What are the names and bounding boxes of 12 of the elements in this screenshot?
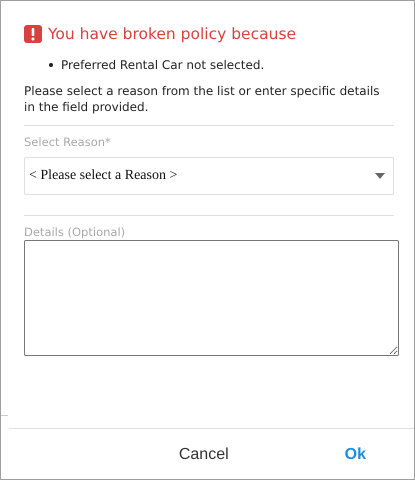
details-field[interactable] [24, 240, 399, 356]
reason-dropdown[interactable]: < Please select a Reason > [24, 157, 394, 195]
bullet-icon [49, 63, 53, 67]
dialog-title: You have broken policy because [48, 25, 296, 43]
alert-icon [24, 25, 42, 43]
violation-item: Preferred Rental Car not selected. [61, 57, 264, 73]
instructions-text: Please select a reason from the list or enter specific details in the field provided. [24, 83, 381, 115]
field-label: Details (Optional) [24, 225, 126, 239]
cancel-button[interactable]: Cancel [170, 440, 237, 470]
field-label: Select Reason* [24, 135, 112, 149]
ok-button[interactable]: Ok [336, 440, 374, 470]
caret-icon [375, 173, 385, 179]
